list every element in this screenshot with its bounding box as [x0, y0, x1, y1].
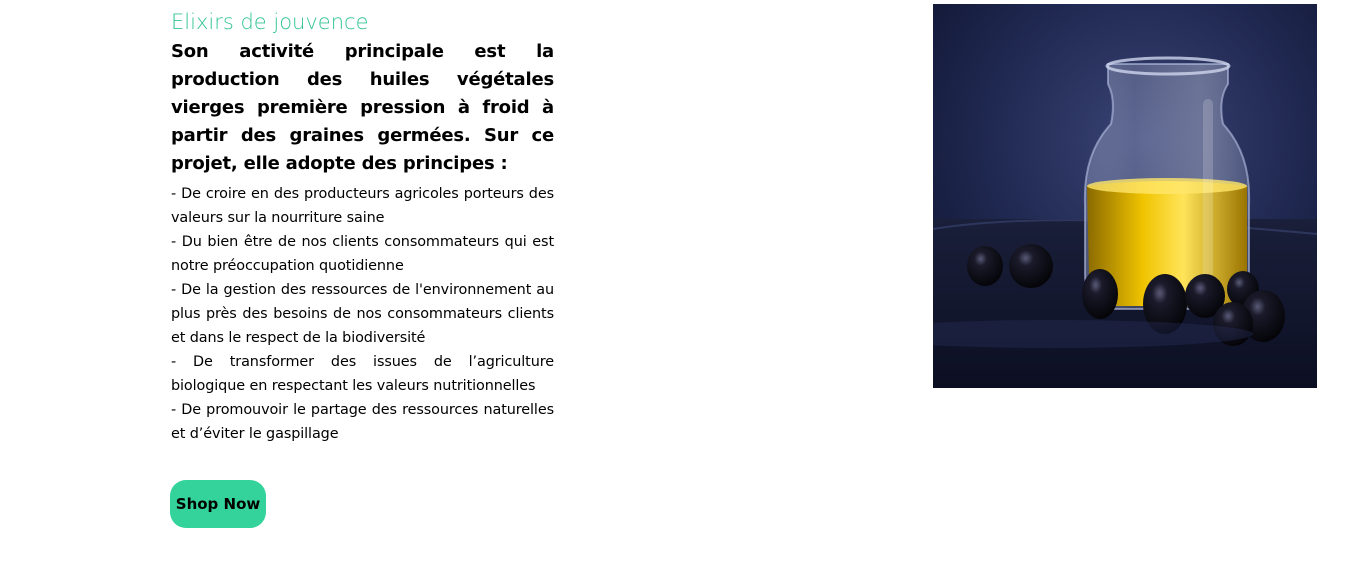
olive-oil-jar-image [933, 4, 1317, 388]
list-item: - De promouvoir le partage des ressource… [171, 402, 554, 442]
list-item: - De transformer des issues de l’agricul… [171, 354, 554, 394]
content-column: Elixirs de jouvence Son activité princip… [171, 6, 554, 446]
list-item: - De la gestion des ressources de l'envi… [171, 282, 554, 346]
section-lead: Son activité principale est la productio… [171, 41, 554, 174]
list-item: - Du bien être de nos clients consommate… [171, 234, 554, 274]
shop-now-button[interactable]: Shop Now [170, 480, 266, 528]
principles-list: - De croire en des producteurs agricoles… [171, 182, 554, 446]
section-title: Elixirs de jouvence [171, 10, 369, 34]
list-item: - De croire en des producteurs agricoles… [171, 186, 554, 226]
